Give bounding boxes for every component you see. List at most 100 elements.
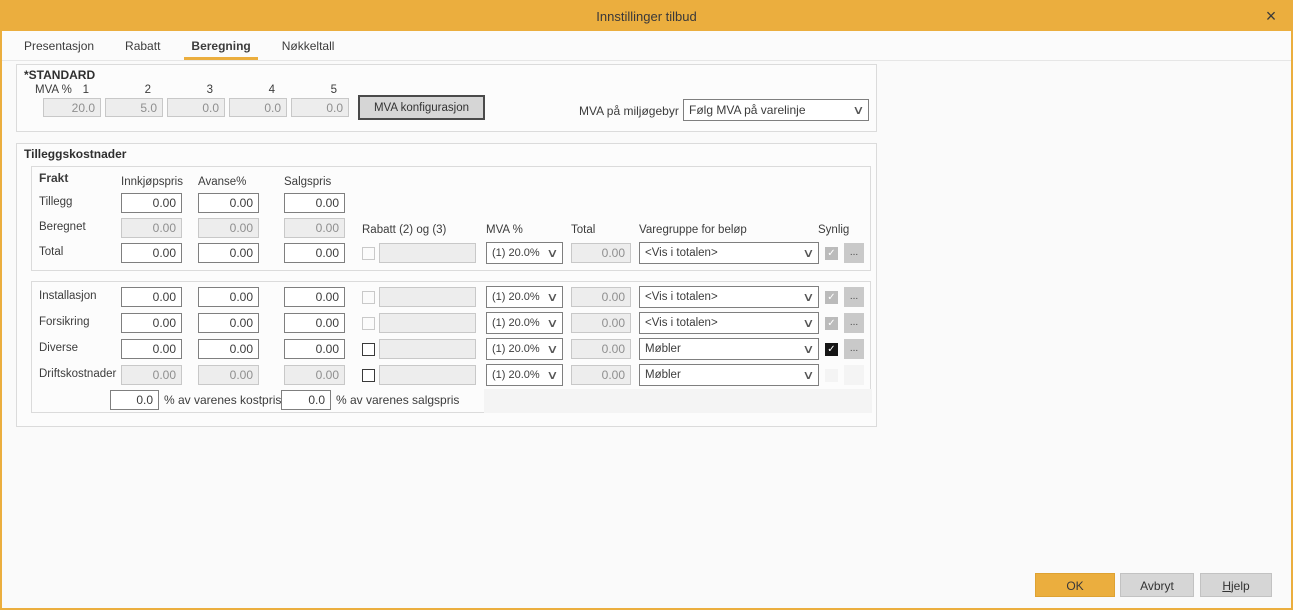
driftskostnader-total-input: [571, 365, 631, 385]
installasjon-more-button[interactable]: ...: [844, 287, 864, 307]
forsikring-rabatt-checkbox[interactable]: [362, 317, 375, 330]
ok-button[interactable]: OK: [1035, 573, 1115, 597]
driftskostnader-varegruppe-select[interactable]: Møbler ∨: [639, 364, 819, 386]
beregnet-avanse-input: [198, 218, 259, 238]
row-label: Installasjon: [39, 290, 97, 302]
total-header: Total: [571, 224, 595, 236]
settings-dialog: Innstillinger tilbud × Presentasjon Raba…: [0, 0, 1293, 610]
installasjon-rabatt-checkbox[interactable]: [362, 291, 375, 304]
beregnet-salgspris-input: [284, 218, 345, 238]
diverse-salgspris-input[interactable]: [284, 339, 345, 359]
table-row-installasjon: Installasjon (1) 20.0% ∨ <Vis i totalen>…: [32, 287, 870, 309]
total-more-button[interactable]: ...: [844, 243, 864, 263]
checkmark-icon: ✓: [827, 344, 835, 355]
table-row-tillegg: Tillegg: [32, 193, 870, 215]
mva-konfigurasjon-button[interactable]: MVA konfigurasjon: [358, 95, 485, 120]
forsikring-avanse-input[interactable]: [198, 313, 259, 333]
salgspris-header: Salgspris: [284, 176, 331, 188]
standard-section-title: *STANDARD: [24, 68, 95, 82]
chevron-down-icon: ∨: [546, 368, 558, 382]
close-icon[interactable]: ×: [1259, 4, 1283, 28]
chevron-down-icon: ∨: [546, 246, 558, 260]
frakt-title: Frakt: [39, 171, 68, 185]
total-salgspris-input[interactable]: [284, 243, 345, 263]
tab-beregning[interactable]: Beregning: [191, 31, 250, 60]
table-row-diverse: Diverse (1) 20.0% ∨ Møbler ∨ ✓ ...: [32, 339, 870, 361]
pct-salgspris-input[interactable]: [281, 390, 331, 410]
mva-value-5-input: [291, 98, 349, 117]
checkmark-icon: ✓: [827, 292, 835, 303]
table-row-total: Total (1) 20.0% ∨ <Vis i totalen> ∨ ✓ ..…: [32, 243, 870, 265]
mva-col-2: 2: [105, 84, 163, 96]
pct-kostpris-input[interactable]: [110, 390, 159, 410]
installasjon-synlig-checkbox: ✓: [825, 291, 838, 304]
forsikring-mva-select[interactable]: (1) 20.0% ∨: [486, 312, 563, 334]
driftskostnader-rabatt-checkbox[interactable]: [362, 369, 375, 382]
installasjon-avanse-input[interactable]: [198, 287, 259, 307]
forsikring-rabatt-input: [379, 313, 476, 333]
table-row-forsikring: Forsikring (1) 20.0% ∨ <Vis i totalen> ∨…: [32, 313, 870, 335]
chevron-down-icon: ∨: [802, 368, 814, 382]
total-rabatt-input: [379, 243, 476, 263]
tilleggskostnader-title: Tilleggskostnader: [24, 147, 126, 161]
installasjon-rabatt-input: [379, 287, 476, 307]
diverse-total-input: [571, 339, 631, 359]
diverse-varegruppe-select[interactable]: Møbler ∨: [639, 338, 819, 360]
miljogebyr-select[interactable]: Følg MVA på varelinje ∨: [683, 99, 869, 121]
tilleggskostnader-section: Tilleggskostnader Frakt Innkjøpspris Ava…: [16, 143, 877, 427]
forsikring-more-button[interactable]: ...: [844, 313, 864, 333]
standard-section: *STANDARD MVA % 1 2 3 4 5 MVA konfiguras…: [16, 64, 877, 132]
mva-header: MVA %: [486, 224, 523, 236]
driftskostnader-rabatt-input: [379, 365, 476, 385]
diverse-mva-select[interactable]: (1) 20.0% ∨: [486, 338, 563, 360]
tab-nokkeltall[interactable]: Nøkkeltall: [282, 31, 335, 60]
chevron-down-icon: ∨: [546, 290, 558, 304]
hjelp-button[interactable]: Hjelp: [1200, 573, 1272, 597]
row-label: Forsikring: [39, 316, 89, 328]
mva-col-4: 4: [229, 84, 287, 96]
diverse-more-button[interactable]: ...: [844, 339, 864, 359]
row-label: Tillegg: [39, 196, 72, 208]
diverse-innkjopspris-input[interactable]: [121, 339, 182, 359]
avbryt-button[interactable]: Avbryt: [1120, 573, 1194, 597]
tab-rabatt[interactable]: Rabatt: [125, 31, 160, 60]
installasjon-salgspris-input[interactable]: [284, 287, 345, 307]
forsikring-varegruppe-select[interactable]: <Vis i totalen> ∨: [639, 312, 819, 334]
forsikring-salgspris-input[interactable]: [284, 313, 345, 333]
forsikring-innkjopspris-input[interactable]: [121, 313, 182, 333]
driftskostnader-mva-select[interactable]: (1) 20.0% ∨: [486, 364, 563, 386]
mva-col-5: 5: [291, 84, 349, 96]
installasjon-mva-select[interactable]: (1) 20.0% ∨: [486, 286, 563, 308]
tillegg-avanse-input[interactable]: [198, 193, 259, 213]
diverse-rabatt-checkbox[interactable]: [362, 343, 375, 356]
tillegg-salgspris-input[interactable]: [284, 193, 345, 213]
installasjon-total-input: [571, 287, 631, 307]
table-row-percent: % av varenes kostpris % av varenes salgs…: [32, 390, 870, 412]
diverse-synlig-checkbox[interactable]: ✓: [825, 343, 838, 356]
installasjon-innkjopspris-input[interactable]: [121, 287, 182, 307]
chevron-down-icon: ∨: [546, 316, 558, 330]
tillegg-innkjopspris-input[interactable]: [121, 193, 182, 213]
diverse-avanse-input[interactable]: [198, 339, 259, 359]
avanse-header: Avanse%: [198, 176, 246, 188]
checkmark-icon: ✓: [827, 318, 835, 329]
forsikring-synlig-checkbox: ✓: [825, 317, 838, 330]
mva-col-3: 3: [167, 84, 225, 96]
total-varegruppe-select[interactable]: <Vis i totalen> ∨: [639, 242, 819, 264]
checkmark-icon: ✓: [827, 248, 835, 259]
synlig-header: Synlig: [818, 224, 849, 236]
tab-presentasjon[interactable]: Presentasjon: [24, 31, 94, 60]
total-mva-select[interactable]: (1) 20.0% ∨: [486, 242, 563, 264]
row-label: Diverse: [39, 342, 78, 354]
pct-salgspris-label: % av varenes salgspris: [336, 393, 459, 407]
total-synlig-checkbox: ✓: [825, 247, 838, 260]
total-avanse-input[interactable]: [198, 243, 259, 263]
more-placeholder: [844, 365, 864, 385]
title-bar: Innstillinger tilbud ×: [2, 2, 1291, 31]
mva-col-1: 1: [43, 84, 101, 96]
installasjon-varegruppe-select[interactable]: <Vis i totalen> ∨: [639, 286, 819, 308]
tab-bar: Presentasjon Rabatt Beregning Nøkkeltall: [2, 31, 1291, 61]
total-rabatt-checkbox[interactable]: [362, 247, 375, 260]
total-innkjopspris-input[interactable]: [121, 243, 182, 263]
beregnet-innkjopspris-input: [121, 218, 182, 238]
